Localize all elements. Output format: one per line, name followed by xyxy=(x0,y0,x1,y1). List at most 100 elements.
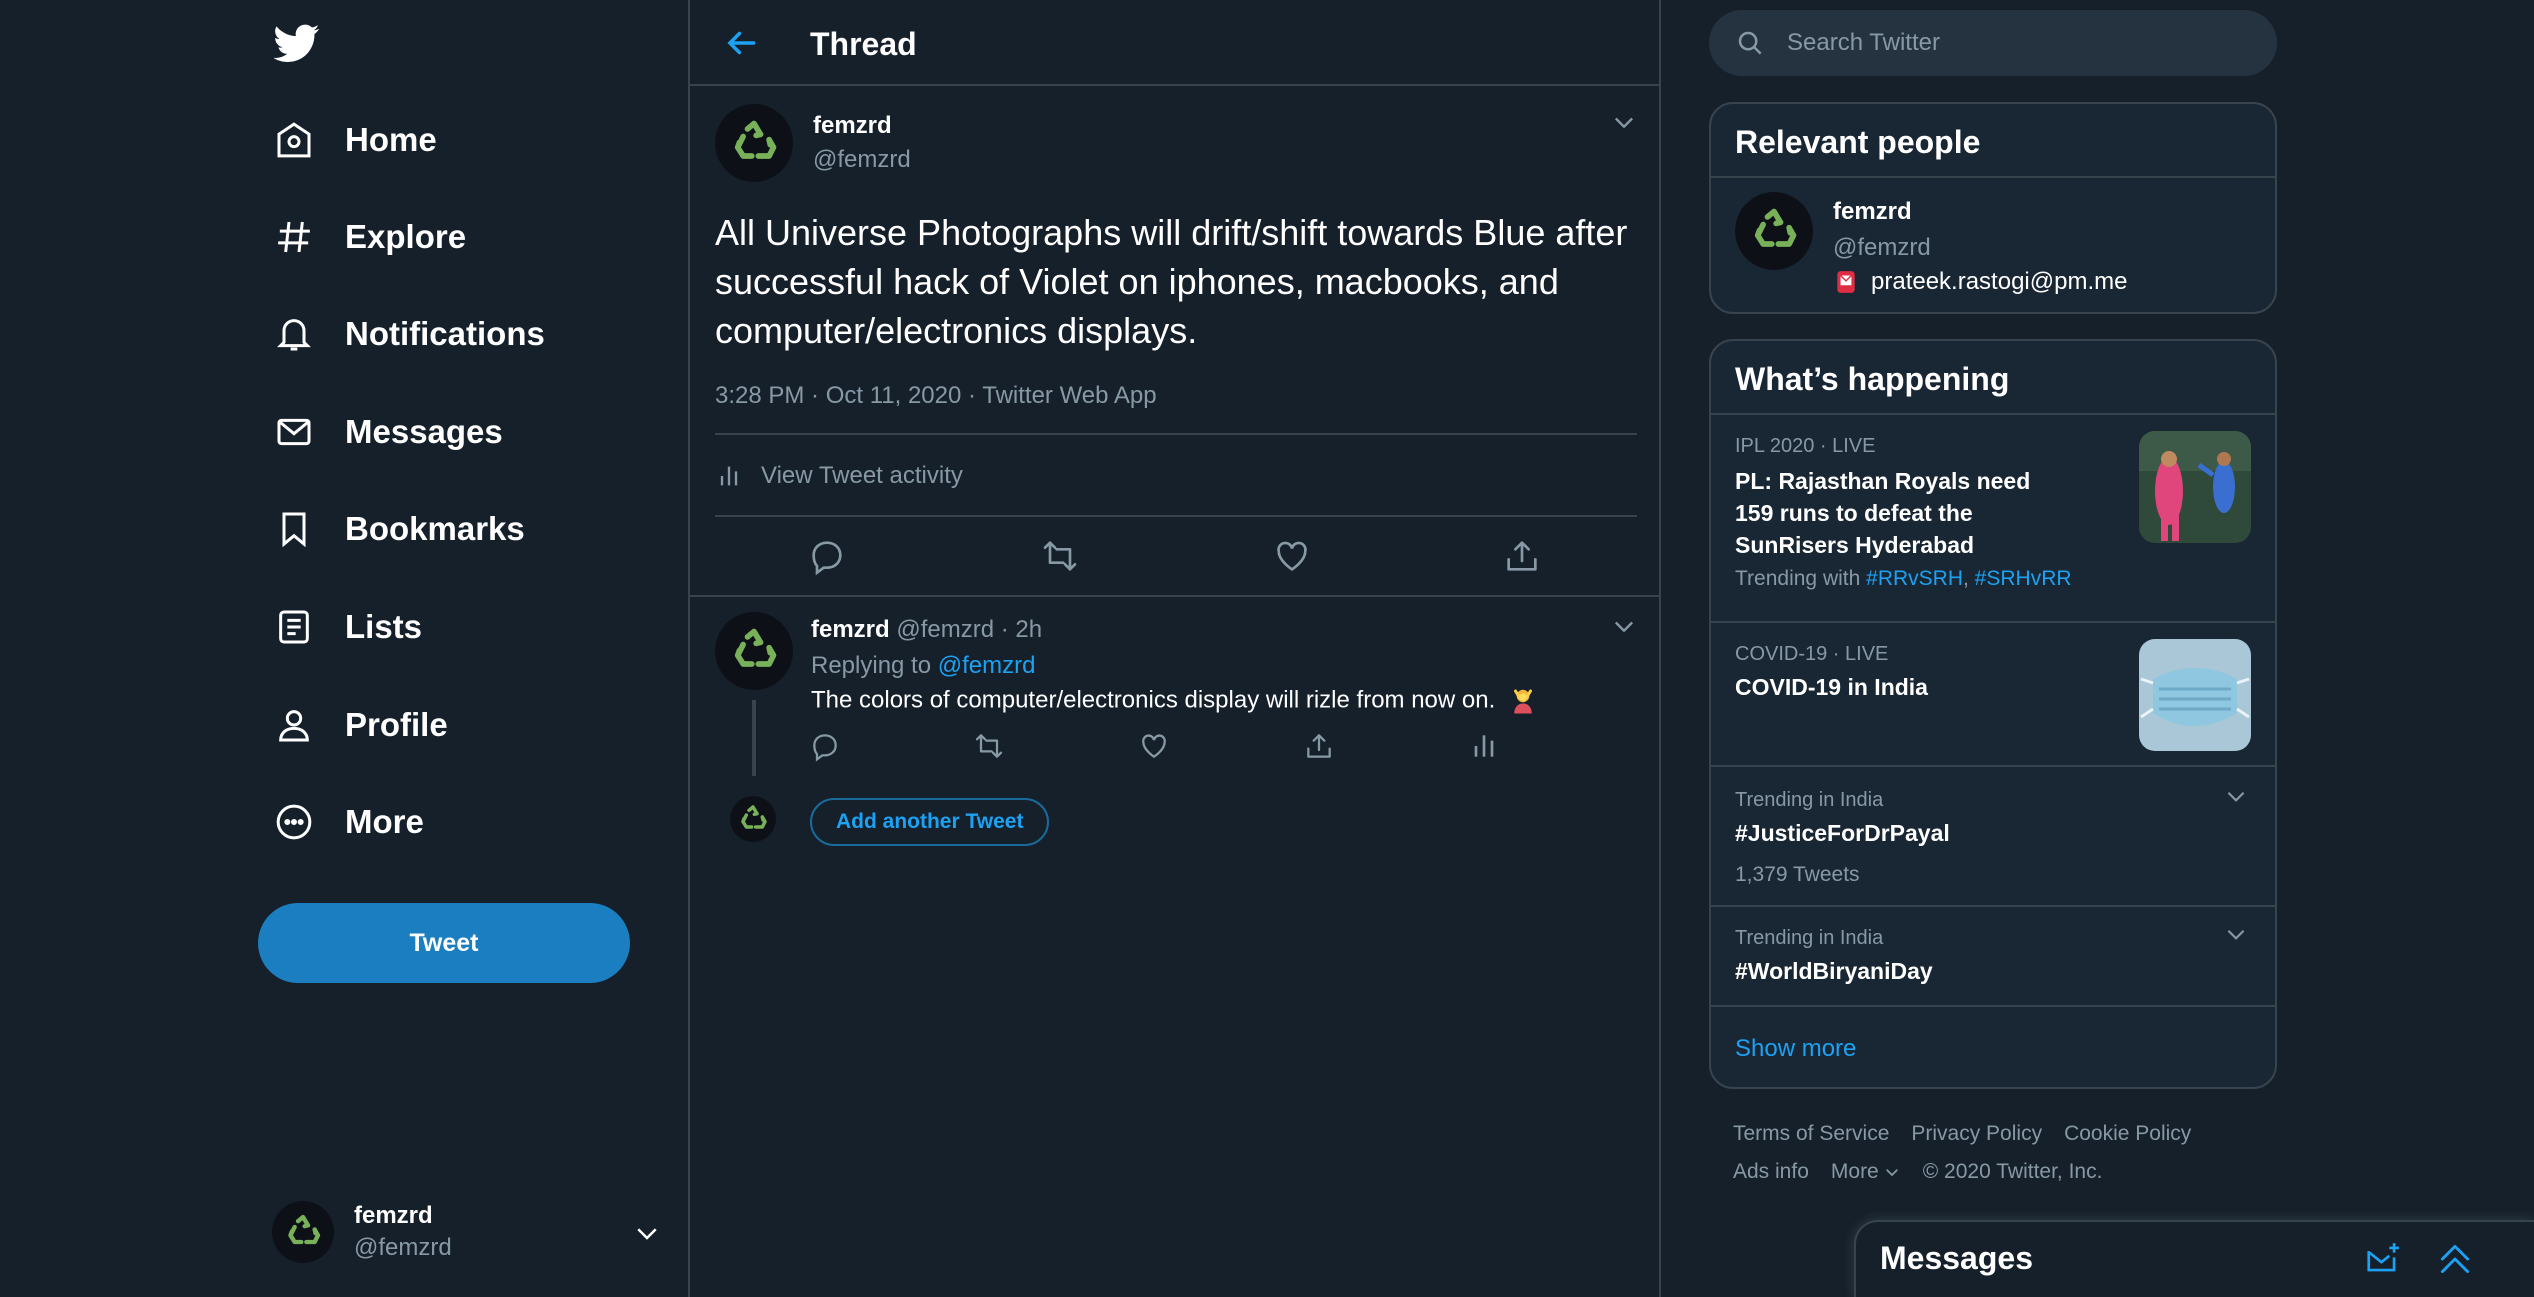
nav-profile[interactable]: Profile xyxy=(272,693,448,757)
share-icon[interactable] xyxy=(1303,730,1335,762)
share-icon[interactable] xyxy=(1502,536,1542,576)
footer-link[interactable]: Ads info xyxy=(1733,1160,1809,1183)
bell-icon xyxy=(272,312,316,356)
view-tweet-activity-label: View Tweet activity xyxy=(761,462,963,489)
avatar[interactable] xyxy=(1735,192,1813,270)
replying-to-link[interactable]: @femzrd xyxy=(938,652,1036,679)
avatar[interactable] xyxy=(715,104,793,182)
trend-hashtag-link[interactable]: #SRHvRR xyxy=(1975,567,2072,590)
view-tweet-activity[interactable]: View Tweet activity xyxy=(715,462,963,490)
twitter-logo-icon[interactable] xyxy=(274,20,320,66)
relevant-person-name[interactable]: femzrd xyxy=(1833,198,1912,226)
nav-more[interactable]: More xyxy=(272,790,424,854)
account-switcher[interactable]: femzrd @femzrd xyxy=(272,1198,662,1266)
chevron-down-icon[interactable] xyxy=(2223,783,2249,809)
tweet-author[interactable]: femzrd @femzrd xyxy=(715,104,911,182)
nav-bookmarks[interactable]: Bookmarks xyxy=(272,497,525,561)
avatar[interactable] xyxy=(715,612,793,690)
nav-lists-label: Lists xyxy=(345,608,423,645)
trending-with-prefix: Trending with xyxy=(1735,567,1861,590)
show-more-link[interactable]: Show more xyxy=(1735,1035,1856,1063)
recycle-icon xyxy=(734,120,777,159)
expand-up-icon[interactable] xyxy=(2436,1240,2476,1280)
reply-avatar[interactable] xyxy=(715,612,793,690)
replying-to-prefix: Replying to xyxy=(811,652,932,679)
trend-meta: IPL 2020 · LIVE xyxy=(1735,435,1876,457)
nav-notifications-label: Notifications xyxy=(345,315,545,352)
trend-item[interactable]: COVID-19 · LIVE COVID-19 in India xyxy=(1711,623,2275,765)
tweet-timestamp[interactable]: 3:28 PM · Oct 11, 2020 · Twitter Web App xyxy=(715,382,1157,410)
retweet-icon[interactable] xyxy=(1040,536,1080,576)
chevron-down-icon[interactable] xyxy=(632,1218,662,1248)
tweet-button[interactable]: Tweet xyxy=(258,903,630,983)
whats-happening-card: What’s happening IPL 2020 · LIVE PL: Raj… xyxy=(1709,339,2277,1089)
avatar xyxy=(730,796,776,842)
trend-item[interactable]: IPL 2020 · LIVE PL: Rajasthan Royals nee… xyxy=(1711,415,2275,621)
relevant-people-title: Relevant people xyxy=(1735,124,1981,160)
nav-explore[interactable]: Explore xyxy=(272,205,466,269)
search-input[interactable] xyxy=(1787,29,2227,57)
envelope-icon xyxy=(272,410,316,454)
replying-to: Replying to @femzrd xyxy=(811,652,1035,680)
tweet-menu-caret-icon[interactable] xyxy=(1610,108,1638,136)
trend-title: COVID-19 in India xyxy=(1735,674,1928,700)
chevron-down-icon xyxy=(1885,1169,1898,1177)
hashtag-icon xyxy=(272,215,316,259)
reply-author-name[interactable]: femzrd xyxy=(811,616,890,643)
footer-link[interactable]: Privacy Policy xyxy=(1911,1122,2042,1145)
like-icon[interactable] xyxy=(1272,536,1312,576)
new-message-icon[interactable] xyxy=(2364,1240,2404,1280)
trend-subtitle: Trending with #RRvSRH, #SRHvRR xyxy=(1735,567,2072,591)
messages-drawer[interactable]: Messages xyxy=(1854,1220,2534,1297)
whats-happening-title: What’s happening xyxy=(1735,361,2010,397)
footer-link[interactable]: Cookie Policy xyxy=(2064,1122,2191,1145)
recycle-icon xyxy=(288,1214,321,1245)
trend-tweet-count: 1,379 Tweets xyxy=(1735,863,1860,886)
face-mask-thumbnail-image xyxy=(2139,639,2251,751)
nav-notifications[interactable]: Notifications xyxy=(272,302,545,366)
reply-icon[interactable] xyxy=(809,730,841,762)
like-icon[interactable] xyxy=(1138,730,1170,762)
page-title: Thread xyxy=(810,26,917,62)
trend-hashtag-link[interactable]: #RRvSRH xyxy=(1866,567,1963,590)
nav-explore-label: Explore xyxy=(345,218,467,255)
reply-author-handle[interactable]: @femzrd xyxy=(896,616,994,643)
messages-drawer-title: Messages xyxy=(1880,1240,2033,1276)
recycle-icon xyxy=(741,805,767,829)
relevant-person-avatar[interactable] xyxy=(1735,192,1813,270)
relevant-person-bio: prateek.rastogi@pm.me xyxy=(1833,268,2127,296)
search-icon xyxy=(1735,28,1765,58)
trend-title: #JusticeForDrPayal xyxy=(1735,820,1950,846)
footer-more-menu[interactable]: More xyxy=(1831,1160,1901,1183)
footer-link[interactable]: Terms of Service xyxy=(1733,1122,1889,1145)
account-handle: @femzrd xyxy=(354,1234,452,1261)
avatar xyxy=(272,1201,334,1263)
nav-messages[interactable]: Messages xyxy=(272,400,503,464)
tweet-author-name[interactable]: femzrd xyxy=(813,112,911,140)
footer-links: Terms of Service Privacy Policy Cookie Pol… xyxy=(1733,1122,2213,1146)
add-another-tweet-button[interactable]: Add another Tweet xyxy=(810,798,1050,846)
trend-item[interactable]: Trending in India #JusticeForDrPayal 1,3… xyxy=(1711,767,2275,905)
reply-text: The colors of computer/electronics displ… xyxy=(811,686,1538,716)
trend-title: #WorldBiryaniDay xyxy=(1735,958,1933,984)
divider xyxy=(1711,1005,2275,1007)
nav-lists[interactable]: Lists xyxy=(272,595,422,659)
list-icon xyxy=(272,605,316,649)
relevant-person-email[interactable]: prateek.rastogi@pm.me xyxy=(1871,268,2127,296)
search-bar[interactable] xyxy=(1709,10,2277,76)
tweet-author-handle[interactable]: @femzrd xyxy=(813,146,911,174)
nav-home[interactable]: Home xyxy=(272,108,437,172)
relevant-person-handle[interactable]: @femzrd xyxy=(1833,234,1931,262)
retweet-icon[interactable] xyxy=(973,730,1005,762)
back-arrow-icon[interactable] xyxy=(722,24,760,62)
trend-item[interactable]: Trending in India #WorldBiryaniDay xyxy=(1711,907,2275,1005)
footer-more-label: More xyxy=(1830,1160,1879,1183)
analytics-icon[interactable] xyxy=(1468,730,1500,762)
tweet-text: All Universe Photographs will drift/shif… xyxy=(715,212,1628,351)
reply-icon[interactable] xyxy=(807,536,847,576)
relevant-people-card: Relevant people femzrd @femzrd prateek.r… xyxy=(1709,102,2277,314)
reply-menu-caret-icon[interactable] xyxy=(1610,612,1638,640)
reply-time[interactable]: · 2h xyxy=(1001,616,1042,643)
chevron-down-icon[interactable] xyxy=(2223,921,2249,947)
divider xyxy=(690,595,1659,597)
